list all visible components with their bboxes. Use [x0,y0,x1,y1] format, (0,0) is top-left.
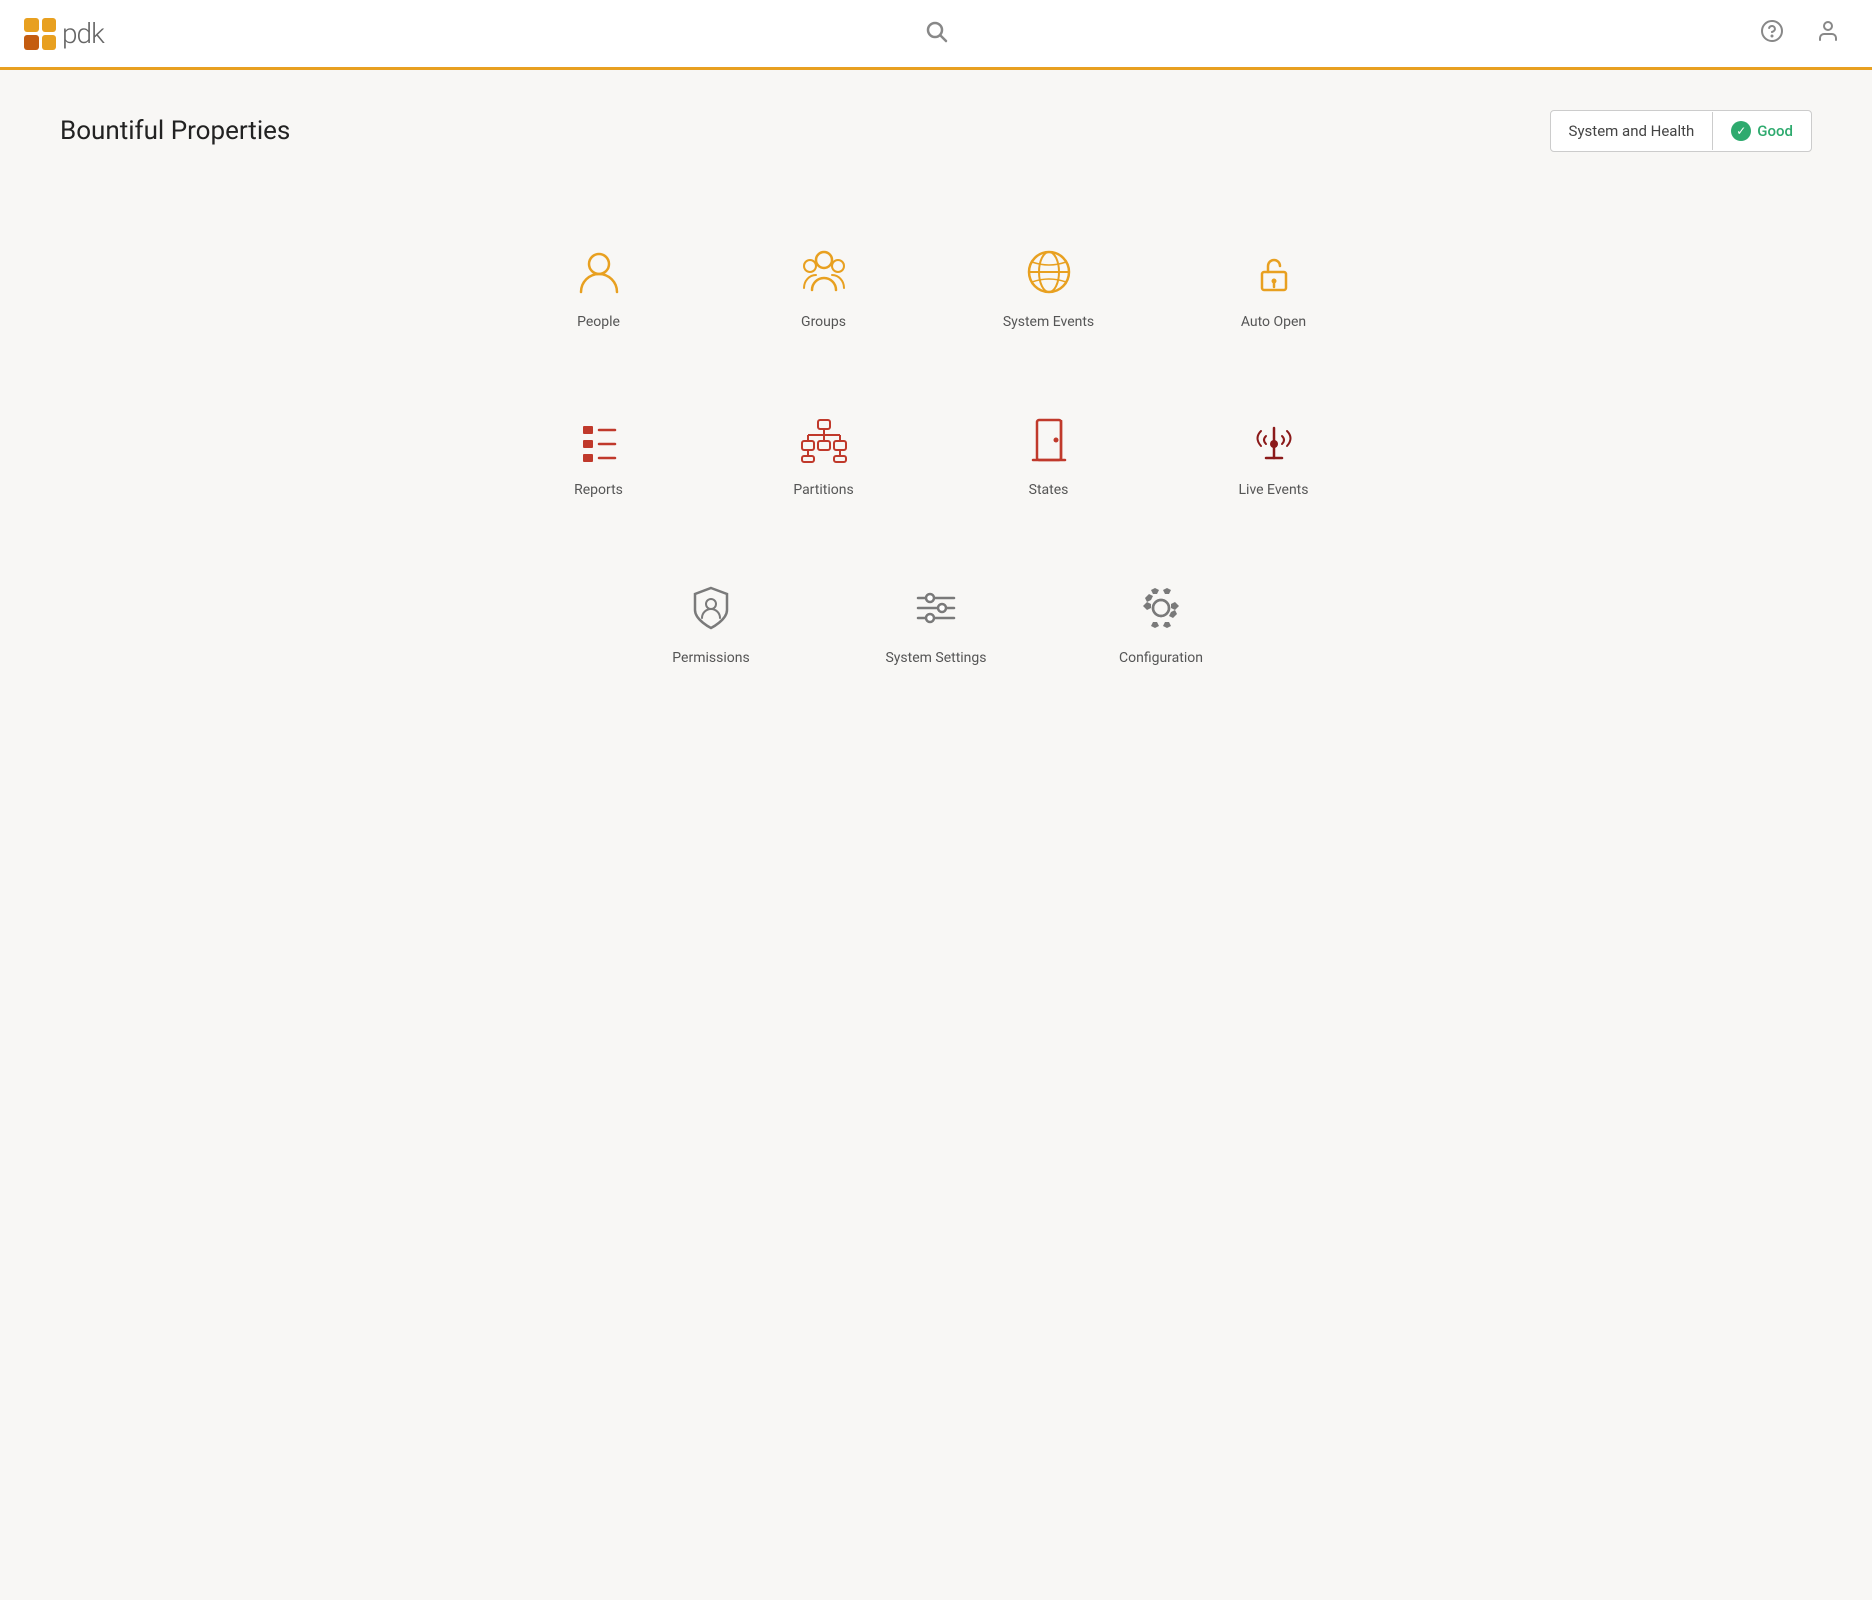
auto-open-label: Auto Open [1241,314,1306,330]
system-events-label: System Events [1003,314,1094,330]
nav-item-permissions[interactable]: Permissions [599,538,824,706]
system-settings-icon [906,578,966,638]
nav-item-auto-open[interactable]: Auto Open [1161,202,1386,370]
nav-item-partitions[interactable]: Partitions [711,370,936,538]
people-label: People [577,314,620,330]
groups-icon [794,242,854,302]
states-icon [1019,410,1079,470]
nav-grid-row1: People Groups [486,202,1386,538]
system-health-status: ✓ Good [1713,111,1811,151]
live-events-label: Live Events [1239,482,1309,498]
user-account-button[interactable] [1808,11,1848,57]
system-health-badge[interactable]: System and Health ✓ Good [1550,110,1812,152]
groups-label: Groups [801,314,846,330]
nav-item-system-settings[interactable]: System Settings [824,538,1049,706]
system-health-label: System and Health [1551,112,1714,150]
nav-item-configuration[interactable]: Configuration [1049,538,1274,706]
search-button[interactable] [916,11,956,57]
states-label: States [1029,482,1069,498]
system-settings-label: System Settings [885,650,986,666]
nav-item-groups[interactable]: Groups [711,202,936,370]
configuration-icon [1131,578,1191,638]
permissions-icon [681,578,741,638]
header-actions [1752,11,1848,57]
live-events-icon [1244,410,1304,470]
configuration-label: Configuration [1119,650,1203,666]
people-icon [569,242,629,302]
partitions-label: Partitions [793,482,853,498]
reports-icon [569,410,629,470]
nav-item-people[interactable]: People [486,202,711,370]
main-content: Bountiful Properties System and Health ✓… [0,70,1872,746]
check-circle-icon: ✓ [1731,121,1751,141]
nav-item-live-events[interactable]: Live Events [1161,370,1386,538]
nav-item-reports[interactable]: Reports [486,370,711,538]
page-header: Bountiful Properties System and Health ✓… [60,110,1812,152]
nav-grid-row3: Permissions System Settings [486,538,1386,706]
auto-open-icon [1244,242,1304,302]
nav-item-system-events[interactable]: System Events [936,202,1161,370]
nav-item-states[interactable]: States [936,370,1161,538]
logo-icon [24,18,56,50]
system-events-icon [1019,242,1079,302]
help-button[interactable] [1752,11,1792,57]
logo-text: pdk [62,17,104,50]
reports-label: Reports [574,482,623,498]
app-header: pdk [0,0,1872,70]
page-title: Bountiful Properties [60,116,290,146]
permissions-label: Permissions [672,650,749,666]
search-area [916,11,956,57]
logo[interactable]: pdk [24,17,104,50]
partitions-icon [794,410,854,470]
